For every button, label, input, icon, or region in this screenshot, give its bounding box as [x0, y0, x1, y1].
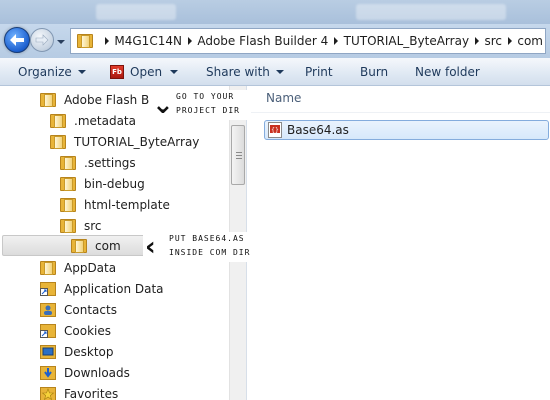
tree-item[interactable]: Contacts [40, 299, 117, 320]
breadcrumb-separator-icon[interactable] [101, 31, 112, 51]
tree-item-label: Contacts [64, 302, 117, 317]
open-with-dropdown[interactable] [164, 58, 178, 86]
shortcut-folder-icon [40, 323, 56, 338]
column-header-name[interactable]: Name [266, 91, 301, 105]
folder-icon [60, 176, 76, 191]
chevron-down-icon [275, 70, 284, 74]
file-name: Base64.as [287, 123, 349, 137]
recent-pages-dropdown[interactable] [56, 36, 66, 46]
organize-label: Organize [18, 65, 72, 79]
back-button[interactable] [4, 27, 30, 53]
tree-item[interactable]: .metadata [50, 110, 136, 131]
forward-arrow-icon [35, 34, 49, 46]
breadcrumb-separator-icon[interactable] [471, 31, 482, 51]
tree-item-label: html-template [84, 197, 170, 212]
tree-item-label: Desktop [64, 344, 114, 359]
contacts-icon [40, 302, 56, 317]
breadcrumb-separator-icon[interactable] [504, 31, 515, 51]
tree-item-label: Cookies [64, 323, 111, 338]
tree-item[interactable]: Application Data [40, 278, 164, 299]
folder-icon [77, 34, 93, 48]
chevron-down-icon [57, 40, 65, 44]
navigation-row: M4G1C14N Adobe Flash Builder 4 TUTORIAL_… [0, 24, 550, 58]
folder-icon [60, 197, 76, 212]
new-folder-button[interactable]: New folder [415, 58, 480, 86]
tree-item[interactable]: Cookies [40, 320, 111, 341]
desktop-icon [40, 344, 56, 359]
address-bar[interactable]: M4G1C14N Adobe Flash Builder 4 TUTORIAL_… [70, 28, 546, 54]
print-button[interactable]: Print [305, 58, 333, 86]
chevron-down-icon [77, 70, 86, 74]
folder-icon [40, 92, 56, 107]
tree-item[interactable]: AppData [40, 257, 116, 278]
burn-button[interactable]: Burn [360, 58, 388, 86]
callout-line: PROJECT DIR [176, 106, 240, 115]
breadcrumb-item[interactable]: TUTORIAL_ByteArray [342, 34, 471, 48]
open-button[interactable]: Fb Open [110, 58, 162, 86]
tree-item-label: bin-debug [84, 176, 145, 191]
new-folder-label: New folder [415, 65, 480, 79]
favorites-icon [40, 386, 56, 400]
tree-item[interactable]: Desktop [40, 341, 114, 362]
folder-icon [60, 155, 76, 170]
tree-item-label: Application Data [64, 281, 164, 296]
callout-com-dir: ‹ PUT BASE64.AS INSIDE COM DIR [143, 232, 253, 262]
tree-item-label: com [95, 238, 121, 253]
chevron-down-icon [170, 70, 178, 74]
chevron-left-icon: ‹ [145, 232, 157, 262]
tree-item-label: TUTORIAL_ByteArray [74, 134, 200, 149]
callout-line: GO TO YOUR [176, 92, 235, 101]
folder-icon [50, 134, 66, 149]
folder-icon [60, 218, 76, 233]
callout-line: INSIDE COM DIR [169, 248, 251, 257]
tree-item[interactable]: Favorites [40, 383, 118, 400]
breadcrumb-separator-icon[interactable] [184, 31, 195, 51]
column-header-divider [251, 112, 550, 113]
tree-item-label: src [84, 218, 102, 233]
tree-item-label: Favorites [64, 386, 119, 400]
flash-builder-icon: Fb [110, 65, 124, 79]
tree-item-label: Downloads [64, 365, 130, 380]
tree-item-label: .metadata [74, 113, 136, 128]
print-label: Print [305, 65, 333, 79]
forward-button[interactable] [30, 28, 54, 52]
tree-item[interactable]: bin-debug [60, 173, 145, 194]
actionscript-file-icon: {} [268, 122, 282, 138]
tree-item[interactable]: Downloads [40, 362, 130, 383]
tree-item[interactable]: src [60, 215, 102, 236]
callout-line: PUT BASE64.AS [169, 234, 245, 243]
title-strip [0, 0, 550, 24]
tree-item[interactable]: html-template [60, 194, 170, 215]
share-with-button[interactable]: Share with [206, 58, 284, 86]
chevron-down-icon: ⌄ [152, 90, 175, 120]
downloads-icon [40, 365, 56, 380]
folder-icon [71, 238, 87, 253]
tree-item[interactable]: .settings [60, 152, 136, 173]
tree-item[interactable]: TUTORIAL_ByteArray [50, 131, 199, 152]
blurred-window-tab [96, 4, 176, 20]
tree-item-label: .settings [84, 155, 136, 170]
folder-icon [50, 113, 66, 128]
breadcrumb-item[interactable]: M4G1C14N [112, 34, 184, 48]
file-row[interactable]: {} Base64.as [264, 120, 549, 140]
breadcrumb-item[interactable]: Adobe Flash Builder 4 [195, 34, 330, 48]
folder-icon [40, 260, 56, 275]
svg-text:{}: {} [271, 127, 279, 134]
command-bar: Organize Fb Open Share with Print Burn N… [0, 58, 550, 86]
burn-label: Burn [360, 65, 389, 79]
callout-project-dir: ⌄ GO TO YOUR PROJECT DIR [150, 90, 252, 120]
organize-button[interactable]: Organize [18, 58, 86, 86]
scrollbar-thumb[interactable] [231, 125, 245, 185]
tree-item-selected[interactable]: com [2, 235, 150, 256]
blurred-window-tab [356, 4, 506, 20]
shortcut-folder-icon [40, 281, 56, 296]
tree-item-label: AppData [64, 260, 117, 275]
open-label: Open [130, 65, 163, 79]
breadcrumb-separator-icon[interactable] [330, 31, 341, 51]
share-with-label: Share with [206, 65, 270, 79]
back-arrow-icon [10, 34, 24, 46]
breadcrumb-item[interactable]: com [515, 34, 545, 48]
breadcrumb-item[interactable]: src [482, 34, 504, 48]
